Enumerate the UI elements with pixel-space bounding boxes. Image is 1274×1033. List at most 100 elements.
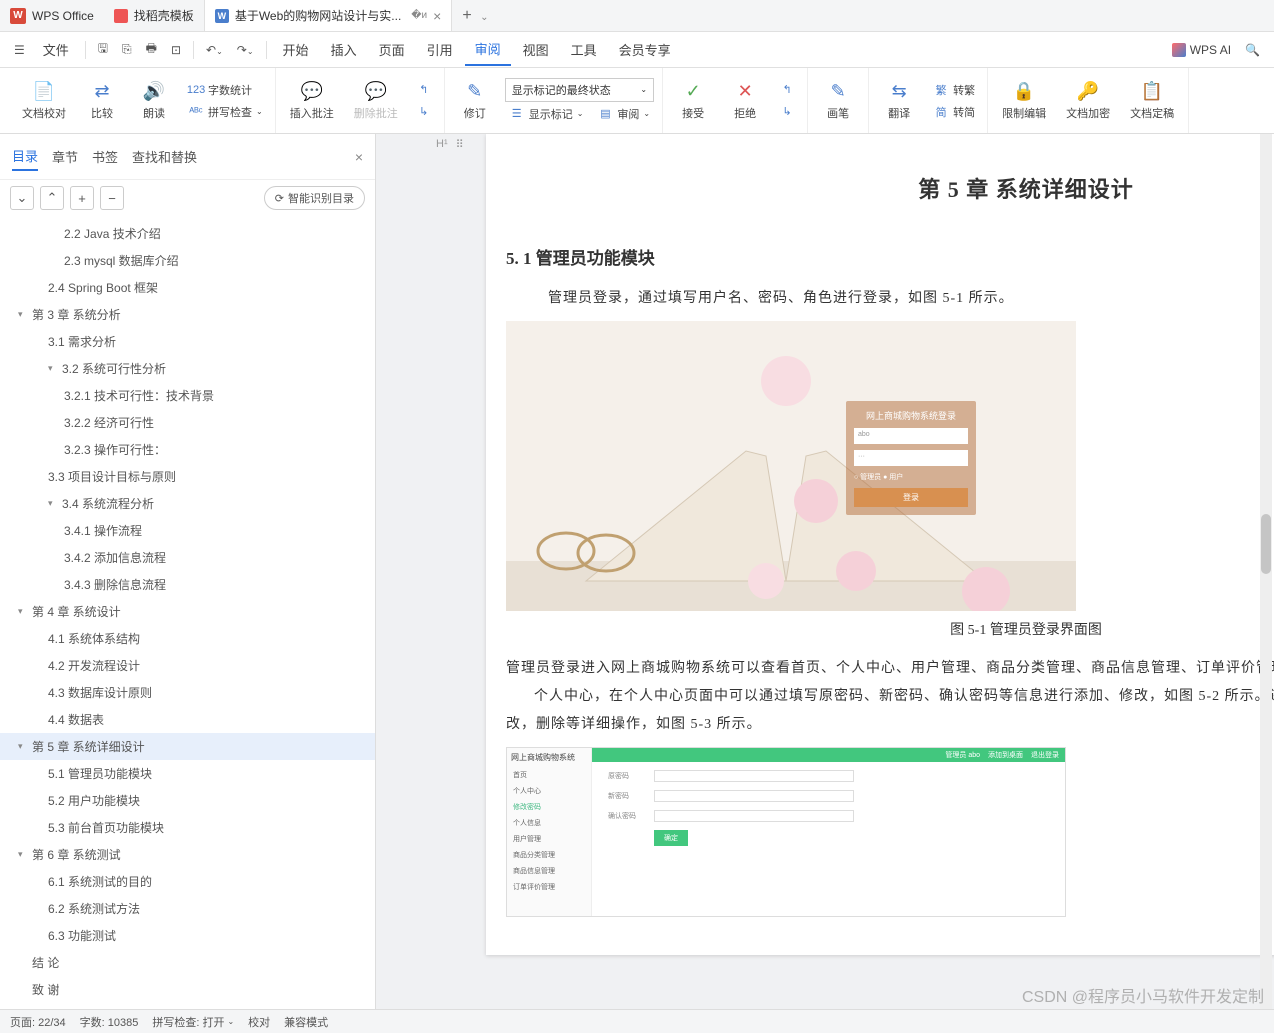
next-change-button[interactable]: ↳ bbox=[775, 102, 799, 122]
toc-item[interactable]: 3.4.2 添加信息流程 bbox=[0, 544, 375, 571]
menu-membership[interactable]: 会员专享 bbox=[609, 34, 681, 65]
prev-comment-button[interactable]: ↰ bbox=[412, 80, 436, 100]
close-sidebar-icon[interactable]: × bbox=[355, 149, 363, 165]
to-simplified-button[interactable]: 简转简 bbox=[929, 102, 979, 122]
toc-item[interactable]: 5.1 管理员功能模块 bbox=[0, 760, 375, 787]
toc-item[interactable]: 2.2 Java 技术介绍 bbox=[0, 220, 375, 247]
toc-item[interactable]: 4.1 系统体系结构 bbox=[0, 625, 375, 652]
toc-item[interactable]: 2.4 Spring Boot 框架 bbox=[0, 274, 375, 301]
toc-item[interactable]: 3.4.1 操作流程 bbox=[0, 517, 375, 544]
reject-button[interactable]: ✕拒绝 bbox=[723, 77, 767, 125]
accept-button[interactable]: ✓接受 bbox=[671, 77, 715, 125]
menu-page[interactable]: 页面 bbox=[369, 34, 415, 65]
spell-check-status[interactable]: 拼写检查: 打开⌄ bbox=[152, 1014, 234, 1030]
insert-comment-button[interactable]: 💬插入批注 bbox=[284, 77, 340, 125]
revise-button[interactable]: ✎修订 bbox=[453, 77, 497, 125]
toc-item[interactable]: 4.3 数据库设计原则 bbox=[0, 679, 375, 706]
save-as-icon[interactable]: ⎘ bbox=[116, 38, 138, 61]
spell-check-button[interactable]: ᴬᴮᶜ拼写检查⌄ bbox=[184, 102, 267, 122]
toc-item[interactable]: 结 论 bbox=[0, 949, 375, 976]
toc-item[interactable]: 4.4 数据表 bbox=[0, 706, 375, 733]
toc-item[interactable]: 3.1 需求分析 bbox=[0, 328, 375, 355]
remove-toc-button[interactable]: − bbox=[100, 186, 124, 210]
print-preview-icon[interactable]: ⊡ bbox=[165, 39, 187, 61]
encrypt-button[interactable]: 🔑文档加密 bbox=[1060, 77, 1116, 125]
collapse-all-button[interactable]: ⌄ bbox=[10, 186, 34, 210]
read-aloud-button[interactable]: 🔊朗读 bbox=[132, 77, 176, 125]
chevron-down-icon[interactable]: ▾ bbox=[48, 498, 58, 509]
toc-item[interactable]: 6.1 系统测试的目的 bbox=[0, 868, 375, 895]
toc-item[interactable]: 3.4.3 删除信息流程 bbox=[0, 571, 375, 598]
toc-item[interactable]: 3.3 项目设计目标与原则 bbox=[0, 463, 375, 490]
new-tab-button[interactable]: + ⌄ bbox=[452, 7, 498, 25]
menu-icon[interactable]: ☰ bbox=[8, 39, 31, 61]
delete-comment-button[interactable]: 💬删除批注 bbox=[348, 77, 404, 125]
prev-change-button[interactable]: ↰ bbox=[775, 80, 799, 100]
menu-references[interactable]: 引用 bbox=[417, 34, 463, 65]
word-count-button[interactable]: 123字数统计 bbox=[184, 80, 267, 100]
toc-item[interactable]: 4.2 开发流程设计 bbox=[0, 652, 375, 679]
toc-item[interactable]: ▾第 3 章 系统分析 bbox=[0, 301, 375, 328]
document-area[interactable]: H¹ ⠿ 第 5 章 系统详细设计 5. 1 管理员功能模块 管理员登录，通过填… bbox=[376, 134, 1274, 1009]
search-icon[interactable]: 🔍 bbox=[1239, 39, 1266, 61]
chevron-down-icon[interactable]: ▾ bbox=[48, 363, 58, 374]
sidebar-tab-chapters[interactable]: 章节 bbox=[52, 143, 78, 170]
toc-item[interactable]: 5.2 用户功能模块 bbox=[0, 787, 375, 814]
finalize-button[interactable]: 📋文档定稿 bbox=[1124, 77, 1180, 125]
expand-all-button[interactable]: ⌃ bbox=[40, 186, 64, 210]
toc-list[interactable]: 2.2 Java 技术介绍2.3 mysql 数据库介绍2.4 Spring B… bbox=[0, 216, 375, 1009]
restore-icon[interactable]: �и bbox=[411, 10, 427, 21]
proofing-status[interactable]: 校对 bbox=[248, 1014, 270, 1030]
toc-item[interactable]: ▾第 5 章 系统详细设计 bbox=[0, 733, 375, 760]
sidebar-tab-toc[interactable]: 目录 bbox=[12, 142, 38, 171]
menu-start[interactable]: 开始 bbox=[273, 34, 319, 65]
toc-item[interactable]: 6.2 系统测试方法 bbox=[0, 895, 375, 922]
ink-button[interactable]: ✎画笔 bbox=[816, 77, 860, 125]
vertical-scrollbar[interactable] bbox=[1260, 134, 1272, 1009]
toc-item[interactable]: ▾3.4 系统流程分析 bbox=[0, 490, 375, 517]
compare-button[interactable]: ⇄比较 bbox=[80, 77, 124, 125]
page-indicator[interactable]: 页面: 22/34 bbox=[10, 1014, 66, 1030]
chevron-down-icon[interactable]: ▾ bbox=[18, 606, 28, 617]
to-traditional-button[interactable]: 繁转繁 bbox=[929, 80, 979, 100]
grid-icon[interactable]: ⠿ bbox=[456, 138, 464, 151]
toc-item[interactable]: ▾第 6 章 系统测试 bbox=[0, 841, 375, 868]
markup-state-dropdown[interactable]: 显示标记的最终状态⌄ bbox=[505, 78, 654, 102]
toc-item[interactable]: 3.2.2 经济可行性 bbox=[0, 409, 375, 436]
word-count-indicator[interactable]: 字数: 10385 bbox=[80, 1014, 139, 1030]
toc-item[interactable]: 致 谢 bbox=[0, 976, 375, 1003]
compat-mode[interactable]: 兼容模式 bbox=[284, 1014, 328, 1030]
add-toc-button[interactable]: + bbox=[70, 186, 94, 210]
smart-toc-button[interactable]: ⟳智能识别目录 bbox=[264, 186, 365, 210]
review-pane-button[interactable]: ▤审阅⌄ bbox=[593, 104, 654, 124]
chevron-down-icon[interactable]: ▾ bbox=[18, 309, 28, 320]
toc-item[interactable]: ▾第 4 章 系统设计 bbox=[0, 598, 375, 625]
menu-view[interactable]: 视图 bbox=[513, 34, 559, 65]
doc-proofing-button[interactable]: 📄文档校对 bbox=[16, 77, 72, 125]
show-markup-button[interactable]: ☰显示标记⌄ bbox=[505, 104, 588, 124]
toc-item[interactable]: 5.3 前台首页功能模块 bbox=[0, 814, 375, 841]
print-icon[interactable]: 🖶 bbox=[140, 35, 163, 64]
scrollbar-thumb[interactable] bbox=[1261, 514, 1271, 574]
sidebar-tab-find-replace[interactable]: 查找和替换 bbox=[132, 143, 197, 170]
tab-document[interactable]: W 基于Web的购物网站设计与实... �и × bbox=[205, 0, 453, 31]
undo-icon[interactable]: ↶⌄ bbox=[200, 39, 229, 61]
menu-review[interactable]: 审阅 bbox=[465, 33, 511, 66]
close-tab-icon[interactable]: × bbox=[433, 8, 441, 24]
toc-item[interactable]: 2.3 mysql 数据库介绍 bbox=[0, 247, 375, 274]
sidebar-tab-bookmarks[interactable]: 书签 bbox=[92, 143, 118, 170]
menu-insert[interactable]: 插入 bbox=[321, 34, 367, 65]
heading-indicator-icon[interactable]: H¹ bbox=[436, 138, 448, 151]
tab-templates[interactable]: 找稻壳模板 bbox=[104, 0, 205, 31]
save-icon[interactable]: 🖫 bbox=[92, 35, 114, 64]
toc-item[interactable]: 3.2.1 技术可行性：技术背景 bbox=[0, 382, 375, 409]
chevron-down-icon[interactable]: ▾ bbox=[18, 849, 28, 860]
toc-item[interactable]: ▾3.2 系统可行性分析 bbox=[0, 355, 375, 382]
restrict-editing-button[interactable]: 🔒限制编辑 bbox=[996, 77, 1052, 125]
next-comment-button[interactable]: ↳ bbox=[412, 102, 436, 122]
translate-button[interactable]: ⇆翻译 bbox=[877, 77, 921, 125]
toc-item[interactable]: 6.3 功能测试 bbox=[0, 922, 375, 949]
file-menu[interactable]: 文件 bbox=[33, 34, 79, 65]
redo-icon[interactable]: ↷⌄ bbox=[231, 39, 260, 61]
chevron-down-icon[interactable]: ▾ bbox=[18, 741, 28, 752]
